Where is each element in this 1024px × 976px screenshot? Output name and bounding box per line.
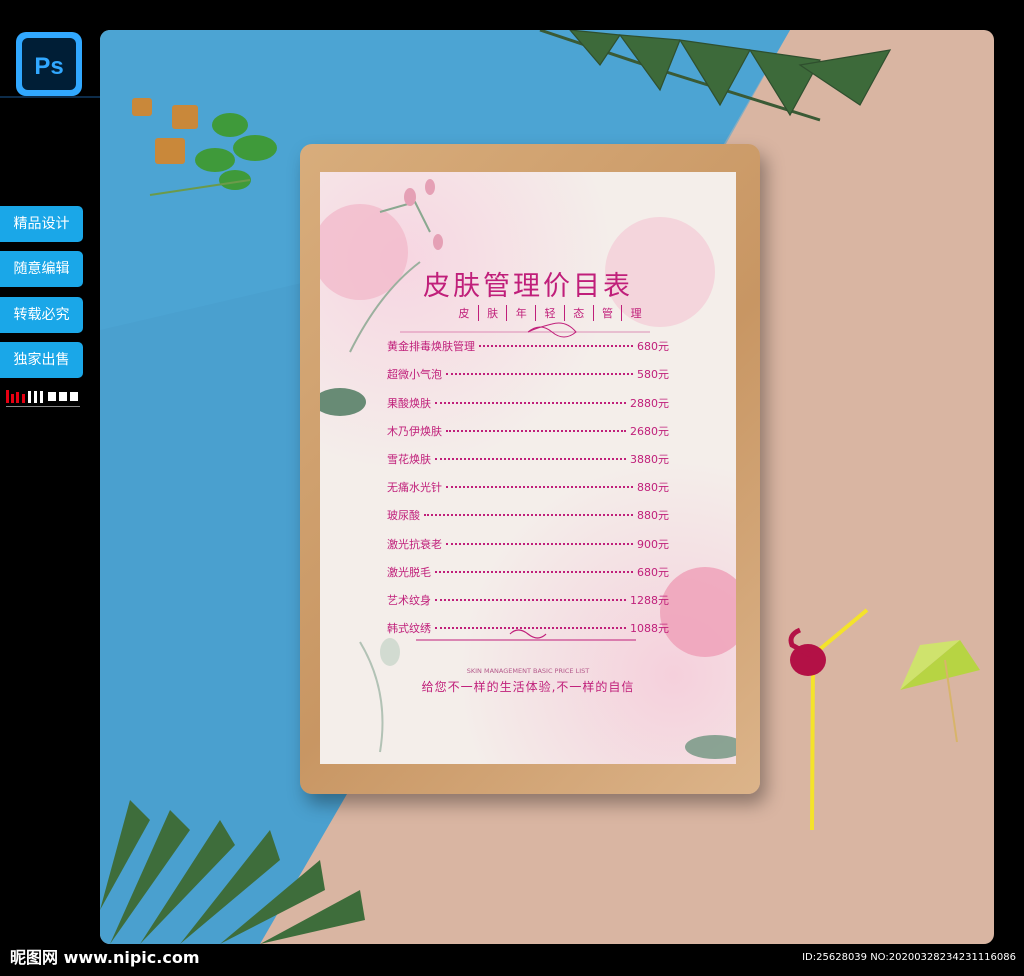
subtitle-char: 皮 (450, 305, 479, 321)
footer-english: SKIN MANAGEMENT BASIC PRICE LIST (466, 667, 590, 675)
service-name: 超微小气泡 (387, 368, 442, 381)
list-item: 玻尿酸 880元 (387, 505, 669, 525)
subtitle: 皮 肤 年 轻 态 管 理 (450, 305, 650, 321)
dotted-leader (446, 486, 633, 488)
service-price: 1288元 (630, 594, 669, 607)
photoshop-icon-text: Ps (34, 53, 63, 80)
sidebar-item-free-edit[interactable]: 随意编辑 (0, 251, 83, 287)
dotted-leader (424, 514, 633, 516)
service-price: 2680元 (630, 425, 669, 438)
service-price: 880元 (637, 481, 669, 494)
nipic-logo (6, 388, 86, 412)
list-item: 激光脱毛 680元 (387, 562, 669, 582)
footer-slogan: 给您不一样的生活体验,不一样的自信 (421, 680, 635, 694)
list-item: 雪花焕肤 3880元 (387, 449, 669, 469)
service-name: 玻尿酸 (387, 509, 420, 522)
dotted-leader (435, 627, 626, 629)
subtitle-char: 轻 (536, 305, 565, 321)
dotted-leader (446, 373, 633, 375)
service-price: 680元 (637, 566, 669, 579)
list-item: 韩式纹绣 1088元 (387, 618, 669, 638)
service-price: 880元 (637, 509, 669, 522)
list-item: 激光抗衰老 900元 (387, 534, 669, 554)
service-name: 激光抗衰老 (387, 538, 442, 551)
service-name: 雪花焕肤 (387, 453, 431, 466)
list-item: 黄金排毒焕肤管理 680元 (387, 336, 669, 356)
service-name: 木乃伊焕肤 (387, 425, 442, 438)
subtitle-char: 态 (565, 305, 594, 321)
service-price: 3880元 (630, 453, 669, 466)
sidebar-item-exclusive-sale[interactable]: 独家出售 (0, 342, 83, 378)
subtitle-char: 年 (507, 305, 537, 321)
straw-icon (788, 608, 869, 831)
dotted-leader (435, 599, 626, 601)
dotted-leader (446, 543, 633, 545)
service-price: 2880元 (630, 397, 669, 410)
list-item: 艺术纹身 1288元 (387, 590, 669, 610)
price-list-card: 皮肤管理价目表 皮 肤 年 轻 态 管 理 黄金排毒焕肤管理 680元 超微小气泡… (320, 172, 736, 764)
photoshop-icon: Ps (14, 30, 84, 98)
subtitle-char: 肤 (479, 305, 508, 321)
service-name: 黄金排毒焕肤管理 (387, 340, 475, 353)
watermark-left: 昵图网 www.nipic.com (10, 948, 200, 967)
dotted-leader (435, 571, 633, 573)
dotted-leader (435, 402, 626, 404)
subtitle-char: 理 (630, 307, 642, 320)
sidebar-item-copyright[interactable]: 转载必究 (0, 297, 83, 333)
dotted-leader (446, 430, 626, 432)
service-name: 果酸焕肤 (387, 397, 431, 410)
service-price: 580元 (637, 368, 669, 381)
service-price: 1088元 (630, 622, 669, 635)
service-price: 680元 (637, 340, 669, 353)
cocktail-umbrella-icon (900, 640, 980, 743)
dotted-leader (479, 345, 633, 347)
sidebar-item-premium-design[interactable]: 精品设计 (0, 206, 83, 242)
list-item: 超微小气泡 580元 (387, 364, 669, 384)
list-item: 木乃伊焕肤 2680元 (387, 421, 669, 441)
subtitle-char: 管 (594, 305, 623, 321)
service-name: 激光脱毛 (387, 566, 431, 579)
service-name: 无痛水光针 (387, 481, 442, 494)
service-price: 900元 (637, 538, 669, 551)
dotted-leader (435, 458, 626, 460)
page-title: 皮肤管理价目表 (423, 271, 633, 302)
service-name: 韩式纹绣 (387, 622, 431, 635)
list-item: 无痛水光针 880元 (387, 477, 669, 497)
watermark-right: ID:25628039 NO:20200328234231116086 (802, 952, 1016, 963)
divider (0, 96, 100, 98)
service-name: 艺术纹身 (387, 594, 431, 607)
list-item: 果酸焕肤 2880元 (387, 393, 669, 413)
